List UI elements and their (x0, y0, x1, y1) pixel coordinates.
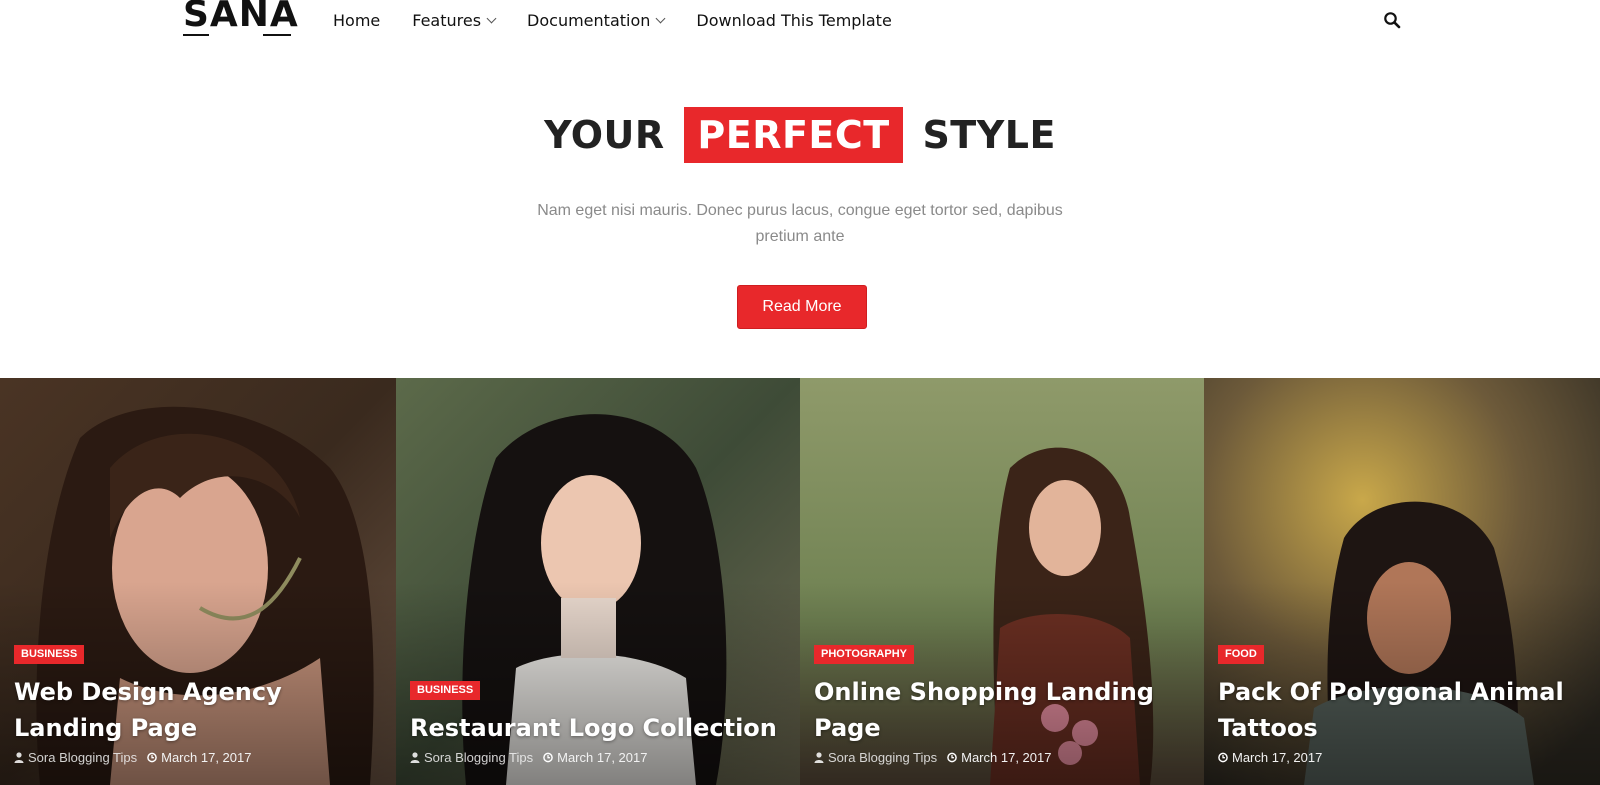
post-title[interactable]: Web Design Agency Landing Page (14, 674, 384, 746)
post-date-text: March 17, 2017 (557, 750, 648, 765)
post-date: March 17, 2017 (947, 750, 1051, 765)
chevron-down-icon (486, 13, 497, 24)
post-author[interactable]: Sora Blogging Tips (14, 750, 137, 765)
hero-title: YOUR PERFECT STYLE (0, 107, 1600, 163)
logo-text: SANA (183, 0, 299, 35)
featured-card[interactable]: FOOD Pack Of Polygonal Animal Tattoos Ma… (1204, 378, 1600, 785)
hero-subtitle: Nam eget nisi mauris. Donec purus lacus,… (537, 202, 1063, 245)
clock-icon (147, 752, 157, 763)
site-logo[interactable]: SANA (183, 0, 298, 40)
post-title[interactable]: Restaurant Logo Collection (410, 710, 788, 746)
post-info: BUSINESS Web Design Agency Landing Page … (14, 644, 384, 785)
post-author-name: Sora Blogging Tips (424, 750, 534, 765)
post-date: March 17, 2017 (543, 750, 647, 765)
chevron-down-icon (655, 13, 666, 24)
user-icon (14, 752, 24, 763)
post-meta: March 17, 2017 (1218, 750, 1588, 765)
post-date: March 17, 2017 (1218, 750, 1322, 765)
clock-icon (543, 752, 553, 763)
post-author[interactable]: Sora Blogging Tips (410, 750, 533, 765)
post-info: FOOD Pack Of Polygonal Animal Tattoos Ma… (1218, 644, 1588, 785)
top-navigation: SANA Home Features Documentation Downloa… (0, 0, 1600, 40)
category-badge[interactable]: BUSINESS (410, 681, 481, 700)
featured-posts: BUSINESS Web Design Agency Landing Page … (0, 378, 1600, 785)
clock-icon (1218, 752, 1228, 763)
post-author-name: Sora Blogging Tips (828, 750, 938, 765)
category-badge[interactable]: BUSINESS (14, 645, 85, 664)
clock-icon (947, 752, 957, 763)
post-info: BUSINESS Restaurant Logo Collection Sora… (410, 680, 788, 785)
menu-item-label: Download This Template (696, 10, 892, 30)
post-date-text: March 17, 2017 (161, 750, 252, 765)
featured-card[interactable]: BUSINESS Web Design Agency Landing Page … (0, 378, 396, 785)
post-info: PHOTOGRAPHY Online Shopping Landing Page… (814, 644, 1192, 785)
user-icon (410, 752, 420, 763)
post-meta: Sora Blogging Tips March 17, 2017 (14, 750, 384, 765)
menu-item-home[interactable]: Home (333, 11, 380, 30)
post-date: March 17, 2017 (147, 750, 251, 765)
hero-title-after: STYLE (922, 113, 1056, 157)
post-meta: Sora Blogging Tips March 17, 2017 (410, 750, 788, 765)
post-date-text: March 17, 2017 (961, 750, 1052, 765)
menu-item-documentation[interactable]: Documentation (527, 10, 666, 30)
menu-item-label: Documentation (527, 10, 651, 30)
main-menu: Home Features Documentation Download Thi… (333, 0, 924, 40)
category-badge[interactable]: PHOTOGRAPHY (814, 645, 914, 664)
post-title[interactable]: Online Shopping Landing Page (814, 674, 1192, 746)
menu-item-features[interactable]: Features (412, 10, 497, 30)
post-date-text: March 17, 2017 (1232, 750, 1323, 765)
post-author[interactable]: Sora Blogging Tips (814, 750, 937, 765)
post-author-name: Sora Blogging Tips (28, 750, 138, 765)
logo-underline (263, 34, 291, 36)
logo-underline (183, 34, 209, 36)
menu-item-download[interactable]: Download This Template (696, 11, 891, 30)
menu-item-label: Features (412, 10, 482, 30)
user-icon (814, 752, 824, 763)
post-meta: Sora Blogging Tips March 17, 2017 (814, 750, 1192, 765)
post-title[interactable]: Pack Of Polygonal Animal Tattoos (1218, 674, 1588, 746)
read-more-button[interactable]: Read More (737, 285, 867, 329)
hero-title-highlight: PERFECT (684, 107, 903, 163)
category-badge[interactable]: FOOD (1218, 645, 1264, 664)
search-icon[interactable] (1383, 11, 1401, 29)
featured-card[interactable]: BUSINESS Restaurant Logo Collection Sora… (396, 378, 800, 785)
featured-card[interactable]: PHOTOGRAPHY Online Shopping Landing Page… (800, 378, 1204, 785)
menu-item-label: Home (333, 10, 381, 30)
hero-title-before: YOUR (544, 113, 665, 157)
